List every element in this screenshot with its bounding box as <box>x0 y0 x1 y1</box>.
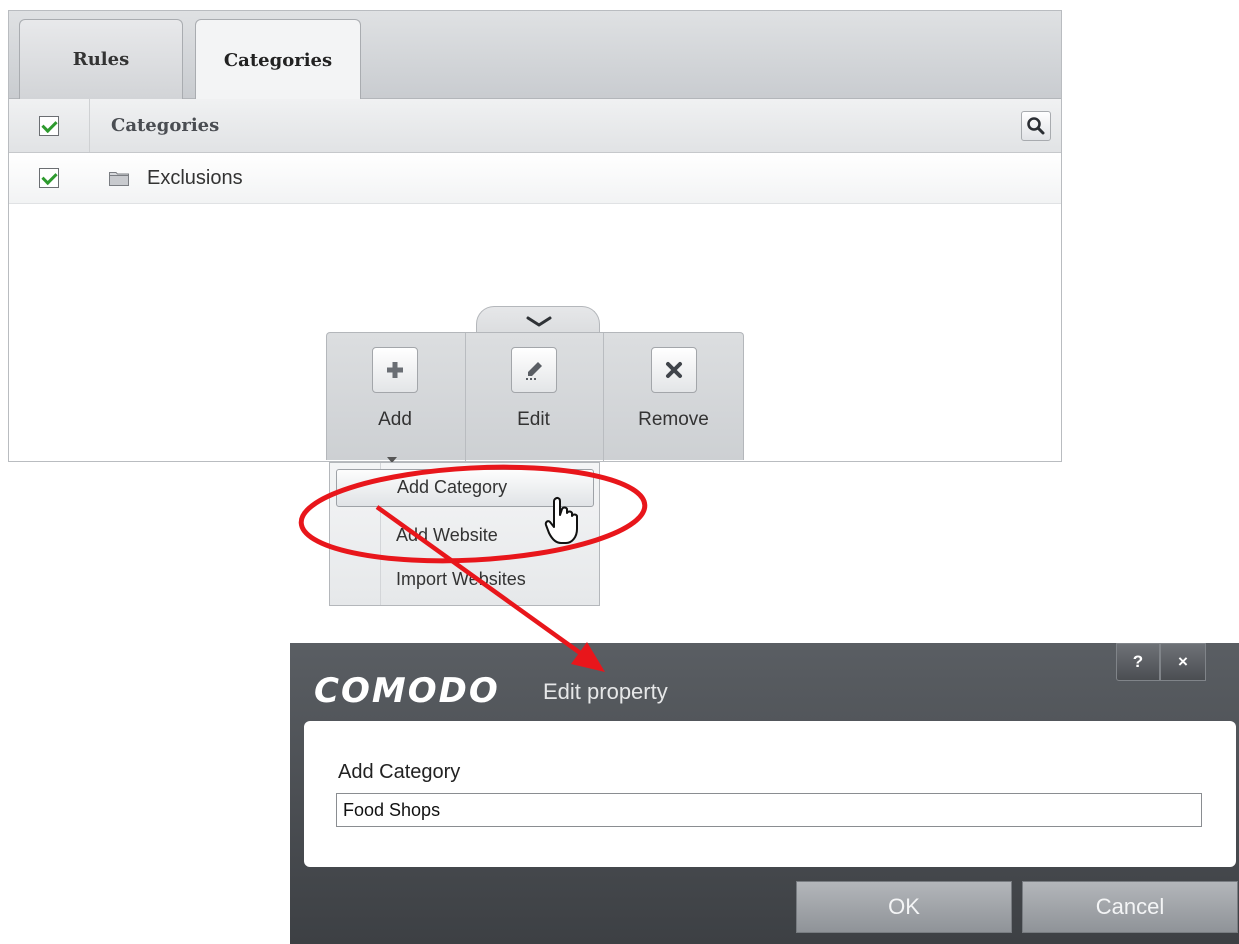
search-button[interactable] <box>1021 111 1051 141</box>
remove-label: Remove <box>638 409 709 430</box>
close-button[interactable]: × <box>1160 643 1206 681</box>
comodo-logo: COMODO <box>314 671 500 711</box>
row-label-exclusions: Exclusions <box>147 167 243 189</box>
dialog-title: Edit property <box>543 679 668 704</box>
menu-item-add-website[interactable]: Add Website <box>396 525 498 546</box>
tab-categories[interactable]: Categories <box>195 19 361 101</box>
folder-icon <box>109 172 129 186</box>
menu-item-add-category[interactable]: Add Category <box>336 469 594 507</box>
tab-rules[interactable]: Rules <box>19 19 183 99</box>
dialog-body: Add Category <box>304 721 1236 867</box>
chevron-down-icon <box>526 316 552 327</box>
help-button[interactable]: ? <box>1116 643 1160 681</box>
table-header: Categories <box>9 99 1061 153</box>
tab-bar: Rules Categories <box>9 11 1061 101</box>
plus-icon <box>387 362 403 378</box>
category-name-input[interactable] <box>336 793 1202 827</box>
edit-property-dialog: COMODO Edit property ? × Add Category OK… <box>290 643 1239 944</box>
action-toolbar: Add Edit Remove <box>326 332 744 463</box>
search-icon <box>1027 117 1045 135</box>
ok-button[interactable]: OK <box>796 881 1012 933</box>
add-dropdown-menu: Add Category Add Website Import Websites <box>329 462 600 606</box>
edit-button[interactable]: Edit <box>465 333 601 461</box>
column-divider <box>89 99 90 152</box>
select-all-checkbox[interactable] <box>39 116 59 136</box>
column-header-categories: Categories <box>111 115 220 136</box>
table-row[interactable]: Exclusions <box>9 154 1061 204</box>
add-label: Add <box>378 409 412 430</box>
edit-label: Edit <box>517 409 550 430</box>
row-checkbox[interactable] <box>39 168 59 188</box>
cancel-button[interactable]: Cancel <box>1022 881 1238 933</box>
remove-button[interactable]: Remove <box>603 333 743 461</box>
pencil-icon <box>525 362 542 380</box>
x-icon <box>665 362 682 378</box>
category-name-label: Add Category <box>338 761 461 783</box>
add-button[interactable]: Add <box>327 333 463 463</box>
menu-item-import-websites[interactable]: Import Websites <box>396 569 526 590</box>
